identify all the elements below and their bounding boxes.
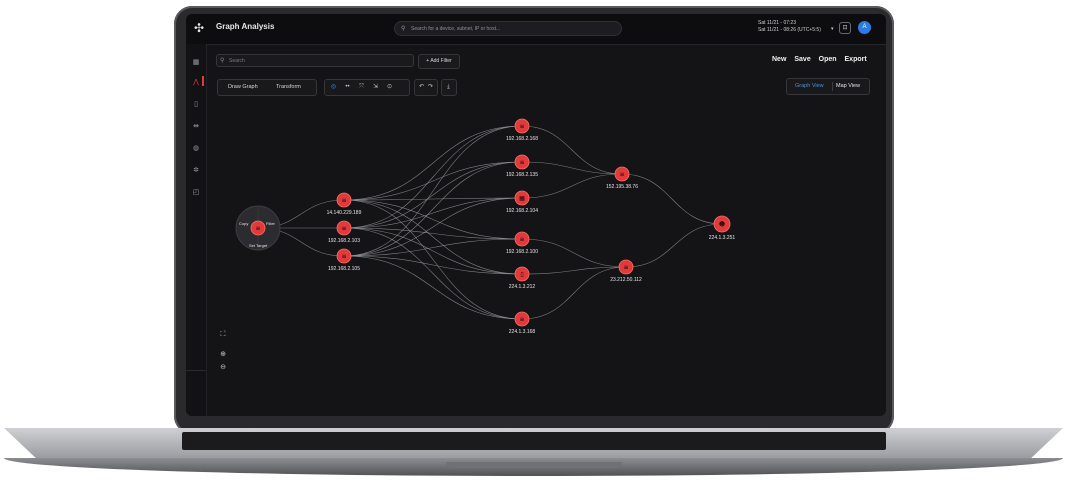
server-icon: ≡	[341, 253, 346, 260]
node-label: 192.168.2.100	[506, 249, 538, 255]
server-icon: ≡	[519, 236, 524, 243]
graph-node[interactable]: ≡ 192.168.2.100	[506, 231, 538, 255]
server-icon: ≡	[519, 123, 524, 130]
graph-nodes: ≡ ≡ 14.140.229.189 ≡ 192.168.2.103 ≡ 192.168.2…	[250, 118, 736, 335]
graph-node[interactable]: ≡ 192.168.2.105	[328, 248, 360, 272]
fit-screen-icon[interactable]: ⛶	[218, 330, 228, 340]
graph-edge	[343, 161, 523, 257]
graph-edge	[343, 161, 523, 229]
keyboard-strip	[182, 432, 886, 450]
node-label: 192.168.2.135	[506, 172, 538, 178]
graph-edge	[343, 227, 523, 275]
node-label: 224.1.3.168	[509, 329, 536, 335]
graph-edge	[625, 223, 723, 268]
graph-node[interactable]: ≡ 192.168.2.135	[506, 154, 538, 178]
graph-edge	[343, 199, 523, 275]
graph-node[interactable]: ≡ 14.140.229.189	[327, 192, 362, 216]
graph-node[interactable]: ☻ 224.1.3.251	[709, 215, 736, 241]
graph-edges	[257, 125, 723, 320]
graph-edge	[343, 199, 523, 320]
graph-edge	[343, 125, 523, 257]
server-icon: ≡	[255, 225, 260, 232]
zoom-controls: ⛶ ⊕ ⊖	[216, 330, 230, 378]
app-screen: ✣ Graph Analysis ⚲ Search for a device, …	[186, 14, 886, 416]
graph-edge	[343, 161, 523, 201]
zoom-out-icon[interactable]: ⊖	[218, 363, 228, 373]
node-label: 152.195.38.76	[606, 184, 638, 190]
graph-node[interactable]: ▯ 224.1.3.212	[509, 266, 536, 290]
graph-node[interactable]: ≡ 23.212.50.112	[610, 259, 642, 283]
zoom-divider	[186, 370, 206, 371]
network-graph: Copy Filter Set Target ≡≡14.140.229.189≡…	[235, 118, 736, 335]
graph-node[interactable]: ≡	[250, 220, 266, 236]
graph-node[interactable]: ≡ 224.1.3.168	[509, 311, 536, 335]
node-label: 14.140.229.189	[327, 210, 362, 216]
graph-node[interactable]: ≡ 152.195.38.76	[606, 166, 638, 190]
graph-edge	[521, 266, 627, 320]
graph-node[interactable]: ≡ 192.168.2.168	[506, 118, 538, 142]
graph-edge	[521, 266, 627, 275]
graph-edge	[621, 173, 723, 225]
server-icon: ≡	[519, 159, 524, 166]
server-icon: ≡	[619, 171, 624, 178]
node-label: 23.212.50.112	[610, 277, 642, 283]
server-icon: ≡	[341, 225, 346, 232]
server-icon: ≡	[341, 197, 346, 204]
set-target-menu-item[interactable]: Set Target	[249, 243, 268, 248]
graph-node[interactable]: ≡ 192.168.2.103	[328, 220, 360, 244]
graph-node[interactable]: ▦ 192.168.2.104	[506, 190, 538, 214]
server-icon: ≡	[519, 316, 524, 323]
graph-edge	[343, 125, 523, 201]
zoom-in-icon[interactable]: ⊕	[218, 350, 228, 360]
graph-edge	[343, 199, 523, 240]
server-icon: ≡	[623, 264, 628, 271]
node-label: 192.168.2.104	[506, 208, 538, 214]
grid-icon: ▦	[519, 195, 525, 202]
filter-menu-item[interactable]: Filter	[266, 221, 276, 226]
user-icon: ☻	[719, 221, 725, 228]
copy-menu-item[interactable]: Copy	[239, 221, 248, 226]
node-label: 224.1.3.212	[509, 284, 536, 290]
laptop-notch	[446, 462, 622, 468]
node-label: 192.168.2.168	[506, 136, 538, 142]
graph-edge	[521, 125, 623, 175]
graph-edge	[343, 238, 523, 257]
node-label: 192.168.2.105	[328, 266, 360, 272]
phone-icon: ▯	[520, 271, 523, 278]
node-label: 224.1.3.251	[709, 235, 736, 241]
node-label: 192.168.2.103	[328, 238, 360, 244]
graph-edge	[343, 255, 523, 320]
